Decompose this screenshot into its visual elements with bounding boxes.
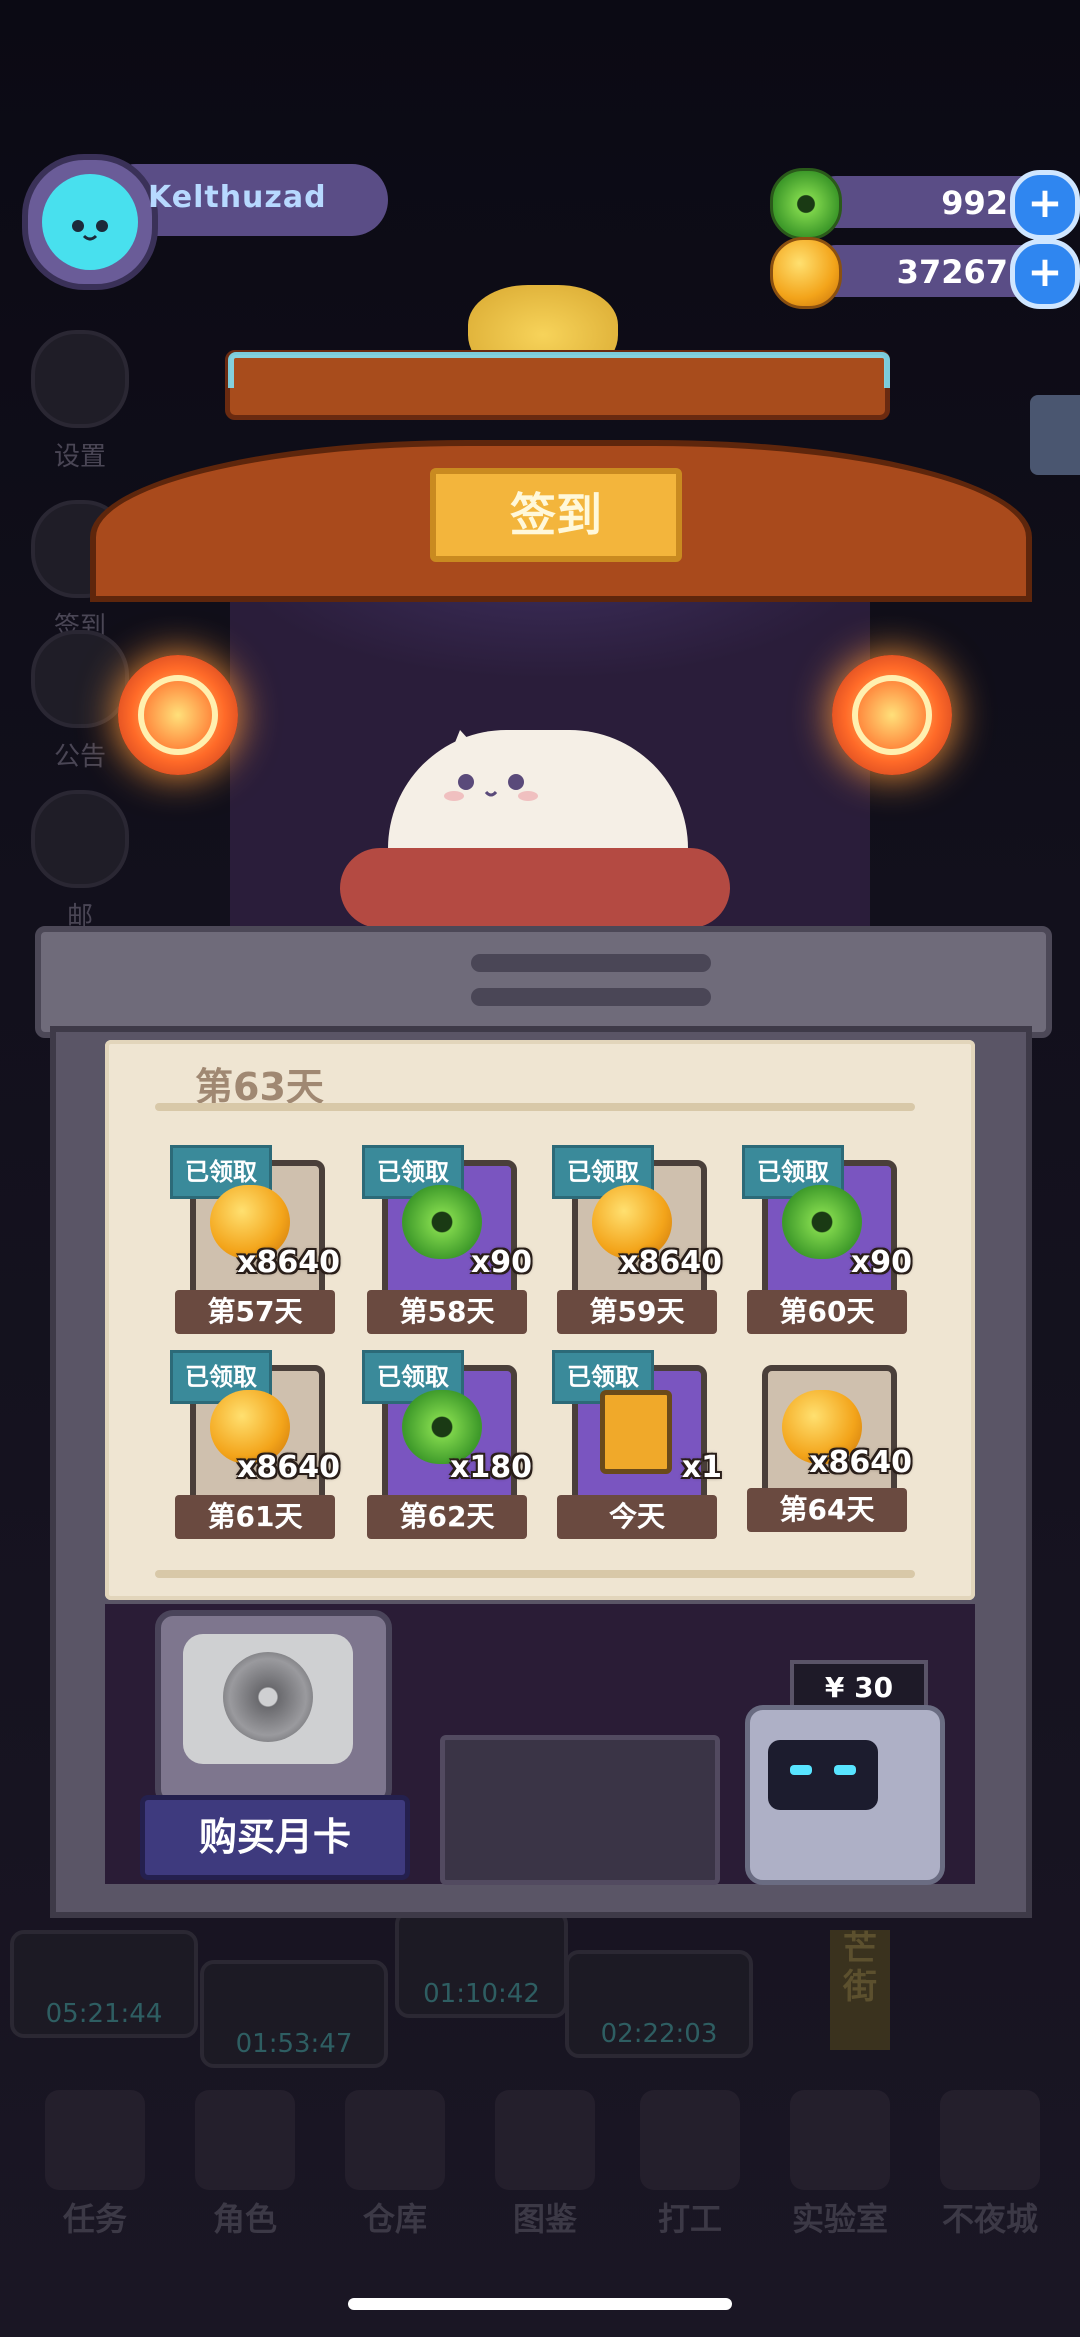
side-mail[interactable]: 邮 (20, 790, 140, 933)
monthly-card-display (155, 1610, 392, 1807)
jade-coin-icon (770, 168, 842, 240)
cat-avatar-icon (42, 174, 138, 270)
nav-character[interactable]: 角色 (175, 2090, 315, 2240)
clipboard-icon (45, 2090, 145, 2190)
home-indicator[interactable] (348, 2298, 732, 2310)
building-timer[interactable]: 01:53:47 (200, 1960, 388, 2068)
reward-qty: x8640 (237, 1245, 340, 1280)
nav-collection[interactable]: 图鉴 (475, 2090, 615, 2240)
chest-icon (345, 2090, 445, 2190)
nav-warehouse[interactable]: 仓库 (325, 2090, 465, 2240)
lantern-icon (832, 655, 952, 775)
reward-day: 第59天 (557, 1290, 717, 1334)
reward-qty: x90 (470, 1245, 532, 1280)
bookshelf (440, 1735, 720, 1885)
add-jade-button[interactable]: + (1010, 170, 1080, 240)
add-gold-button[interactable]: + (1010, 239, 1080, 309)
reward-day: 今天 (557, 1495, 717, 1539)
reward-day: 第61天 (175, 1495, 335, 1539)
flask-icon (790, 2090, 890, 2190)
reward-day: 第64天 (747, 1488, 907, 1532)
reward-card[interactable]: 已领取 x8640 第59天 (552, 1145, 722, 1335)
frame-icon (640, 2090, 740, 2190)
reward-qty: x8640 (619, 1245, 722, 1280)
disk-icon (223, 1652, 313, 1742)
gear-icon (31, 330, 129, 428)
reward-card[interactable]: 已领取 x180 第62天 (362, 1350, 532, 1540)
mail-icon (31, 790, 129, 888)
reward-day: 第60天 (747, 1290, 907, 1334)
nav-label: 图鉴 (512, 2200, 577, 2238)
nav-label: 实验室 (791, 2200, 888, 2238)
side-settings[interactable]: 设置 (20, 330, 140, 473)
side-announcement-label: 公告 (53, 742, 106, 772)
street-sign: 芒街 (830, 1930, 890, 2050)
reward-card-today[interactable]: 已领取 x1 今天 (552, 1350, 722, 1540)
building-timer[interactable]: 01:10:42 (395, 1910, 568, 2018)
timer-text: 01:10:42 (423, 1979, 540, 2009)
street-sign-text: 芒街 (843, 1929, 877, 2007)
buy-monthly-card-button[interactable]: 购买月卡 (140, 1795, 410, 1880)
neon-trim (228, 352, 890, 388)
cushion (340, 848, 730, 928)
book-icon (495, 2090, 595, 2190)
robot-face-icon (768, 1740, 878, 1810)
gold-amount: 37267 (896, 253, 1008, 291)
divider (155, 1570, 915, 1578)
battery-icon (600, 1390, 672, 1474)
nav-tasks[interactable]: 任务 (25, 2090, 165, 2240)
username: Kelthuzad (148, 180, 327, 215)
gold-coin-icon (770, 237, 842, 309)
reward-card[interactable]: 已领取 x8640 第61天 (170, 1350, 340, 1540)
reward-day: 第57天 (175, 1290, 335, 1334)
reward-qty: x180 (450, 1450, 532, 1485)
nav-label: 不夜城 (941, 2200, 1038, 2238)
nav-label: 角色 (212, 2200, 277, 2238)
jade-currency[interactable]: 992 + (770, 168, 1080, 240)
nav-work[interactable]: 打工 (620, 2090, 760, 2240)
divider (155, 1103, 915, 1111)
gold-currency[interactable]: 37267 + (770, 237, 1080, 309)
reward-day: 第62天 (367, 1495, 527, 1539)
reward-card[interactable]: 已领取 x8640 第57天 (170, 1145, 340, 1335)
nav-label: 仓库 (362, 2200, 427, 2238)
building-timer[interactable]: 05:21:44 (10, 1930, 198, 2038)
timer-text: 05:21:44 (45, 1999, 163, 2029)
megaphone-icon (31, 630, 129, 728)
side-settings-label: 设置 (53, 442, 106, 472)
stone-ledge (35, 926, 1052, 1038)
reward-qty: x8640 (237, 1450, 340, 1485)
reward-day: 第58天 (367, 1290, 527, 1334)
character-icon (195, 2090, 295, 2190)
reward-card[interactable]: 已领取 x90 第58天 (362, 1145, 532, 1335)
vending-robot[interactable] (745, 1705, 945, 1885)
jade-amount: 992 (941, 184, 1008, 222)
nav-night-city[interactable]: 不夜城 (920, 2090, 1060, 2240)
timer-text: 01:53:47 (235, 2029, 353, 2059)
lantern-icon (118, 655, 238, 775)
signin-title-sign: 签到 (430, 468, 682, 562)
nav-label: 任务 (62, 2200, 127, 2238)
reward-card-tomorrow[interactable]: x8640 第64天 (742, 1350, 912, 1540)
scissors-icon[interactable] (1030, 395, 1080, 475)
reward-card[interactable]: 已领取 x90 第60天 (742, 1145, 912, 1335)
timer-text: 02:22:03 (600, 2019, 718, 2049)
nav-lab[interactable]: 实验室 (770, 2090, 910, 2240)
nav-label: 打工 (657, 2200, 722, 2238)
reward-qty: x1 (681, 1450, 722, 1485)
building-timer[interactable]: 02:22:03 (565, 1950, 753, 2058)
reward-qty: x8640 (809, 1445, 912, 1480)
avatar[interactable] (22, 154, 158, 290)
cat-icon (940, 2090, 1040, 2190)
reward-qty: x90 (850, 1245, 912, 1280)
